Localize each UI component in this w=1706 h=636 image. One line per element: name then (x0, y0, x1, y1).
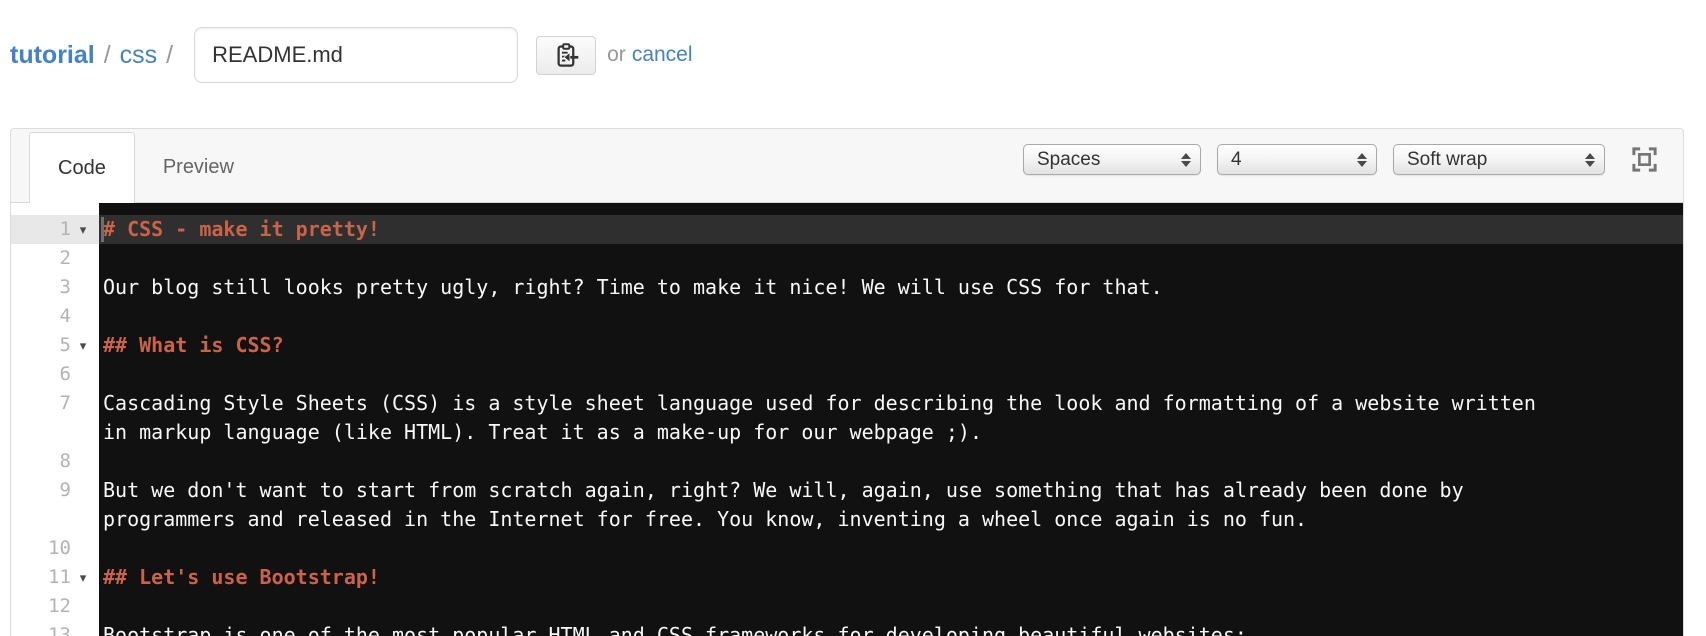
screen-full-icon (1631, 147, 1657, 172)
code-line-text: # CSS - make it pretty! (103, 217, 380, 241)
line-number: 5 (59, 334, 71, 356)
wrap-mode-select[interactable]: Soft wrap (1393, 144, 1605, 175)
line-number: 13 (48, 624, 71, 636)
breadcrumb-separator: / (166, 40, 174, 69)
or-text: or (607, 43, 626, 66)
code-line[interactable]: # CSS - make it pretty! (99, 215, 1683, 244)
gutter-line: 9 (11, 476, 99, 534)
filename-input[interactable] (194, 27, 519, 83)
code-line-text: But we don't want to start from scratch … (103, 478, 1476, 531)
breadcrumb: tutorial / css / or cancel (10, 27, 1684, 83)
gutter-line: 2 (11, 244, 99, 273)
gutter-line: 5 ▾ (11, 331, 99, 360)
fullscreen-button[interactable] (1631, 147, 1657, 173)
up-down-arrows-icon (1357, 152, 1367, 167)
copy-path-button[interactable] (536, 35, 597, 75)
code-area[interactable]: # CSS - make it pretty! Our blog still lo… (99, 203, 1683, 636)
gutter-line: 1 ▾ (11, 215, 99, 244)
code-line[interactable] (99, 534, 1683, 563)
clipboard-arrow-icon (553, 42, 580, 69)
code-editor: 1 ▾ 2 3 4 5 ▾ 6 7 8 9 10 11 ▾ 12 13 # CSS - make it pre… (11, 203, 1683, 636)
line-number: 4 (59, 305, 71, 327)
code-line-text: Bootstrap is one of the most popular HTM… (103, 623, 1247, 636)
code-line[interactable] (99, 244, 1683, 273)
code-line[interactable]: Cascading Style Sheets (CSS) is a style … (99, 389, 1683, 447)
line-number: 7 (59, 392, 71, 414)
line-number: 8 (59, 450, 71, 472)
indent-mode-value: Spaces (1037, 148, 1101, 170)
code-line[interactable] (99, 360, 1683, 389)
code-line[interactable]: ## Let's use Bootstrap! (99, 563, 1683, 592)
breadcrumb-repo-link[interactable]: tutorial (10, 41, 95, 70)
fold-arrow-icon[interactable]: ▾ (71, 331, 95, 360)
tab-code[interactable]: Code (29, 132, 135, 203)
fold-arrow-icon[interactable]: ▾ (71, 215, 95, 244)
line-number: 2 (59, 247, 71, 269)
line-number: 12 (48, 595, 71, 617)
cancel-link[interactable]: cancel (632, 43, 693, 67)
wrap-mode-value: Soft wrap (1407, 148, 1488, 170)
fold-arrow-icon[interactable]: ▾ (71, 563, 95, 592)
up-down-arrows-icon (1181, 152, 1191, 167)
line-number: 1 (59, 218, 71, 240)
tab-preview[interactable]: Preview (135, 132, 262, 202)
breadcrumb-separator: / (103, 40, 111, 69)
gutter-line: 12 (11, 592, 99, 621)
code-line-text: Cascading Style Sheets (CSS) is a style … (103, 391, 1548, 444)
indent-width-value: 4 (1231, 148, 1242, 170)
gutter-line: 13 (11, 621, 99, 636)
editor-header: Code Preview Spaces 4 Soft wrap (11, 129, 1683, 203)
code-line-text: ## What is CSS? (103, 333, 284, 357)
up-down-arrows-icon (1585, 152, 1595, 167)
code-line[interactable]: ## What is CSS? (99, 331, 1683, 360)
code-line[interactable] (99, 302, 1683, 331)
file-editor-panel: Code Preview Spaces 4 Soft wrap 1 ▾ 2 3 … (10, 128, 1684, 636)
gutter-line: 3 (11, 273, 99, 302)
code-line[interactable]: Bootstrap is one of the most popular HTM… (99, 621, 1683, 636)
line-number: 6 (59, 363, 71, 385)
gutter-line: 10 (11, 534, 99, 563)
code-line[interactable]: Our blog still looks pretty ugly, right?… (99, 273, 1683, 302)
indent-width-select[interactable]: 4 (1217, 144, 1377, 175)
code-line[interactable] (99, 447, 1683, 476)
code-line[interactable]: But we don't want to start from scratch … (99, 476, 1683, 534)
gutter-line: 8 (11, 447, 99, 476)
gutter-line: 6 (11, 360, 99, 389)
line-number: 9 (59, 479, 71, 501)
text-cursor (101, 217, 104, 242)
gutter-line: 11 ▾ (11, 563, 99, 592)
indent-mode-select[interactable]: Spaces (1023, 144, 1201, 175)
code-line[interactable] (99, 592, 1683, 621)
editor-toolbar: Spaces 4 Soft wrap (1023, 144, 1683, 175)
code-line-text: ## Let's use Bootstrap! (103, 565, 380, 589)
gutter-line: 7 (11, 389, 99, 447)
line-number: 10 (48, 537, 71, 559)
code-line-text: Our blog still looks pretty ugly, right?… (103, 275, 1163, 299)
line-number: 11 (48, 566, 71, 588)
line-number: 3 (59, 276, 71, 298)
gutter-line: 4 (11, 302, 99, 331)
line-number-gutter: 1 ▾ 2 3 4 5 ▾ 6 7 8 9 10 11 ▾ 12 13 (11, 203, 99, 636)
breadcrumb-dir-link[interactable]: css (120, 41, 158, 70)
